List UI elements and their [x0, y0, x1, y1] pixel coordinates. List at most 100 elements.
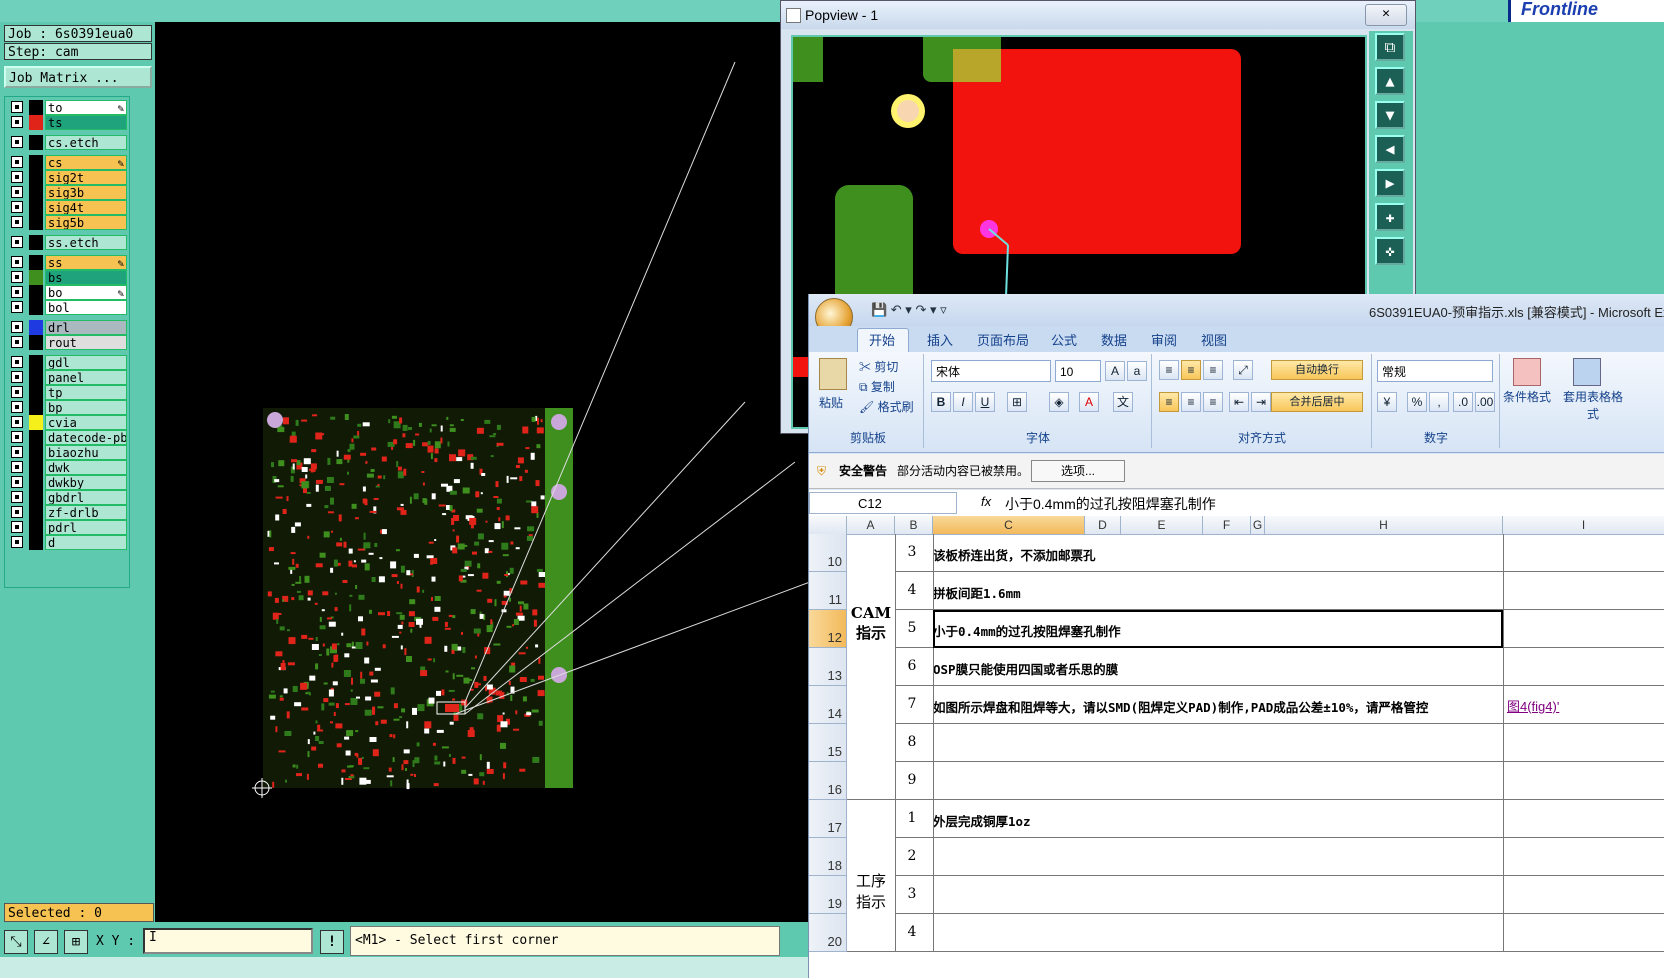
- italic-button[interactable]: I: [953, 392, 973, 412]
- pan-up-icon[interactable]: ▲: [1375, 67, 1405, 95]
- cell-instruction[interactable]: 拼板间距1.6mm: [933, 583, 1021, 602]
- layer-row-cs-etch[interactable]: cs.etch: [7, 135, 127, 150]
- name-box[interactable]: C12: [809, 492, 957, 514]
- layer-row-rout[interactable]: rout: [7, 335, 127, 350]
- close-button[interactable]: ✕: [1365, 4, 1407, 26]
- currency-button[interactable]: ¥: [1377, 392, 1397, 412]
- layer-checkbox[interactable]: [11, 416, 23, 428]
- font-size-select[interactable]: 10: [1055, 360, 1101, 382]
- layer-checkbox[interactable]: [11, 386, 23, 398]
- layer-row-bol[interactable]: bol: [7, 300, 127, 315]
- layer-checkbox[interactable]: [11, 256, 23, 268]
- align-bottom-button[interactable]: ≡: [1203, 360, 1223, 380]
- tab-review[interactable]: 审阅: [1151, 330, 1177, 349]
- layer-checkbox[interactable]: [11, 201, 23, 213]
- layer-checkbox[interactable]: [11, 491, 23, 503]
- excel-titlebar[interactable]: 💾 ↶ ▾ ↷ ▾ ▿ 6S0391EUA0-预审指示.xls [兼容模式] -…: [809, 294, 1664, 336]
- cell-index[interactable]: 1: [895, 810, 929, 826]
- layer-checkbox[interactable]: [11, 101, 23, 113]
- phonetic-button[interactable]: 文: [1113, 392, 1133, 412]
- layer-name[interactable]: datecode-pbo: [45, 430, 127, 445]
- layer-row-panel[interactable]: panel: [7, 370, 127, 385]
- cell-index[interactable]: 2: [895, 848, 929, 864]
- row-header[interactable]: 19: [809, 876, 847, 914]
- cam-graphic-view[interactable]: [155, 22, 810, 922]
- layer-checkbox[interactable]: [11, 536, 23, 548]
- table-format-icon[interactable]: [1573, 358, 1601, 386]
- layer-row-sig3b[interactable]: sig3b: [7, 185, 127, 200]
- job-matrix-button[interactable]: Job Matrix ...: [4, 66, 152, 88]
- row-header[interactable]: 17: [809, 800, 847, 838]
- layer-checkbox[interactable]: [11, 156, 23, 168]
- cell-index[interactable]: 3: [895, 544, 929, 560]
- cell-index[interactable]: 4: [895, 924, 929, 940]
- layer-name[interactable]: d: [45, 535, 127, 550]
- layer-name[interactable]: bol: [45, 300, 127, 315]
- zoom-out-icon[interactable]: ✜: [1375, 237, 1405, 265]
- layer-name[interactable]: bo ✎: [45, 285, 127, 300]
- column-header-D[interactable]: D: [1085, 516, 1121, 534]
- row-header[interactable]: 16: [809, 762, 847, 800]
- select-all-corner[interactable]: [809, 516, 847, 534]
- layer-row-gdl[interactable]: gdl: [7, 355, 127, 370]
- layer-name[interactable]: drl: [45, 320, 127, 335]
- tab-data[interactable]: 数据: [1101, 330, 1127, 349]
- zoom-fit-icon[interactable]: ⧉: [1375, 33, 1405, 61]
- layer-checkbox[interactable]: [11, 236, 23, 248]
- layer-row-sig5b[interactable]: sig5b: [7, 215, 127, 230]
- layer-name[interactable]: cs.etch: [45, 135, 127, 150]
- align-top-button[interactable]: ≡: [1159, 360, 1179, 380]
- layer-name[interactable]: pdrl: [45, 520, 127, 535]
- table-format-button[interactable]: 套用表格格式: [1563, 388, 1623, 422]
- layer-checkbox[interactable]: [11, 356, 23, 368]
- layer-row-datecode-pbo[interactable]: datecode-pbo: [7, 430, 127, 445]
- layer-row-ts[interactable]: ts: [7, 115, 127, 130]
- layer-name[interactable]: sig2t: [45, 170, 127, 185]
- layer-checkbox[interactable]: [11, 371, 23, 383]
- layer-checkbox[interactable]: [11, 506, 23, 518]
- border-button[interactable]: ⊞: [1007, 392, 1027, 412]
- layer-row-dwkby[interactable]: dwkby: [7, 475, 127, 490]
- layer-name[interactable]: gdl: [45, 355, 127, 370]
- layer-checkbox[interactable]: [11, 431, 23, 443]
- orientation-button[interactable]: ⤢: [1233, 360, 1253, 380]
- layer-row-to[interactable]: to ✎: [7, 100, 127, 115]
- layer-name[interactable]: dwk: [45, 460, 127, 475]
- column-header-A[interactable]: A: [847, 516, 895, 534]
- cell-index[interactable]: 7: [895, 696, 929, 712]
- layer-name[interactable]: ts: [45, 115, 127, 130]
- cell-index[interactable]: 6: [895, 658, 929, 674]
- layer-name[interactable]: dwkby: [45, 475, 127, 490]
- layer-checkbox[interactable]: [11, 186, 23, 198]
- shrink-font-button[interactable]: a: [1127, 361, 1147, 381]
- paste-button[interactable]: 粘贴: [819, 394, 843, 411]
- row-header[interactable]: 12: [809, 610, 847, 648]
- layer-row-cs[interactable]: cs ✎: [7, 155, 127, 170]
- row-header[interactable]: 10: [809, 534, 847, 572]
- cut-button[interactable]: ✂ 剪切: [859, 358, 898, 375]
- tab-view[interactable]: 视图: [1201, 330, 1227, 349]
- column-header-H[interactable]: H: [1265, 516, 1503, 534]
- fill-color-button[interactable]: ◈: [1049, 392, 1069, 412]
- align-middle-button[interactable]: ≡: [1181, 360, 1201, 380]
- comma-button[interactable]: ,: [1429, 392, 1449, 412]
- row-header[interactable]: 13: [809, 648, 847, 686]
- decrease-indent-button[interactable]: ⇤: [1229, 392, 1249, 412]
- cell-index[interactable]: 5: [895, 620, 929, 636]
- bold-button[interactable]: B: [931, 392, 951, 412]
- cell-instruction[interactable]: 该板桥连出货，不添加邮票孔: [933, 545, 1096, 564]
- font-name-select[interactable]: 宋体: [931, 360, 1051, 382]
- copy-button[interactable]: ⧉ 复制: [859, 378, 895, 395]
- layer-checkbox[interactable]: [11, 286, 23, 298]
- layer-row-bo[interactable]: bo ✎: [7, 285, 127, 300]
- conditional-format-button[interactable]: 条件格式: [1503, 388, 1551, 405]
- layer-checkbox[interactable]: [11, 136, 23, 148]
- layer-checkbox[interactable]: [11, 446, 23, 458]
- font-color-button[interactable]: A: [1079, 392, 1099, 412]
- cell-instruction[interactable]: OSP膜只能使用四国或者乐思的膜: [933, 659, 1118, 678]
- column-header-F[interactable]: F: [1203, 516, 1251, 534]
- layer-checkbox[interactable]: [11, 321, 23, 333]
- layer-name[interactable]: sig4t: [45, 200, 127, 215]
- measure-icon[interactable]: ∠: [34, 930, 58, 954]
- format-painter-button[interactable]: 🖌 格式刷: [859, 398, 914, 415]
